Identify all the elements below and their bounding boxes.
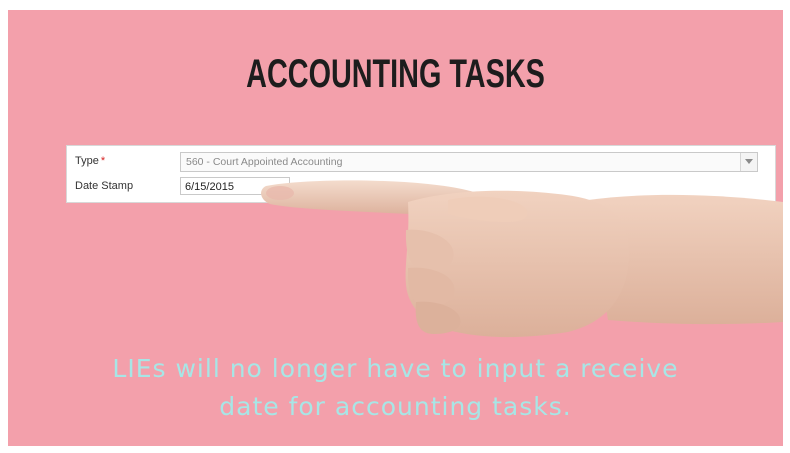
chevron-down-icon[interactable] xyxy=(740,153,757,171)
slide-caption: LIEs will no longer have to input a rece… xyxy=(8,350,783,426)
type-label-text: Type xyxy=(75,155,99,167)
type-select[interactable]: 560 - Court Appointed Accounting xyxy=(180,152,758,172)
caption-line-1: LIEs will no longer have to input a rece… xyxy=(112,354,679,383)
caption-line-2: date for accounting tasks. xyxy=(219,392,572,421)
type-select-value: 560 - Court Appointed Accounting xyxy=(186,156,343,168)
slide-title: ACCOUNTING TASKS xyxy=(246,52,545,96)
required-marker: * xyxy=(100,155,106,167)
slide: ACCOUNTING TASKS Type * 560 - Court Appoi… xyxy=(8,10,783,446)
type-label: Type * xyxy=(75,155,105,167)
date-stamp-label: Date Stamp xyxy=(75,180,134,192)
type-row: Type * 560 - Court Appointed Accounting xyxy=(67,151,775,173)
pointing-hand-image xyxy=(261,180,783,338)
